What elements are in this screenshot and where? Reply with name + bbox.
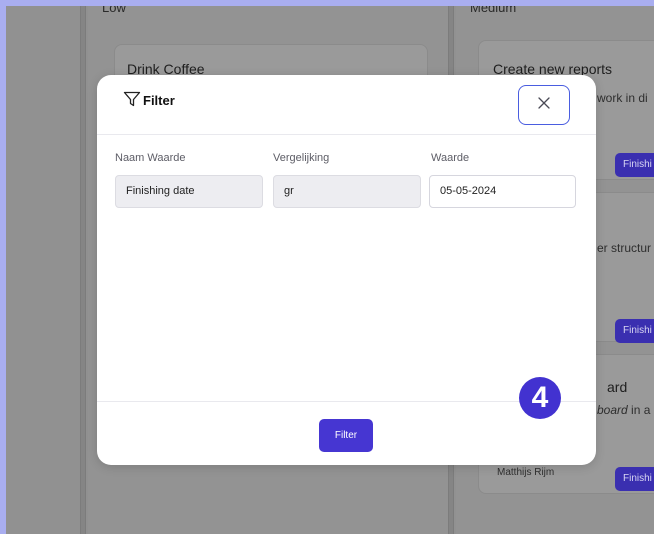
name-column-label: Naam Waarde	[115, 152, 186, 164]
modal-header: Filter	[97, 75, 596, 135]
close-icon	[537, 96, 551, 115]
modal-title-text: Filter	[143, 93, 175, 108]
value-input[interactable]: 05-05-2024	[429, 175, 576, 208]
card-description: er structur	[597, 241, 652, 255]
value-column-label: Waarde	[431, 152, 470, 164]
modal-title: Filter	[123, 91, 175, 110]
column-title-low: Low	[102, 6, 126, 15]
comparison-field: gr	[273, 175, 421, 208]
close-button[interactable]	[518, 85, 570, 125]
finish-button[interactable]: Finishi	[615, 319, 654, 343]
filter-submit-button[interactable]: Filter	[319, 419, 373, 452]
card-description-rest: in a	[627, 403, 651, 417]
sidebar-divider	[80, 6, 86, 534]
name-field: Finishing date	[115, 175, 263, 208]
card-description: board in a	[597, 403, 650, 417]
modal-footer: Filter	[97, 401, 596, 465]
comparison-column-label: Vergelijking	[273, 152, 330, 164]
finish-button[interactable]: Finishi	[615, 153, 654, 177]
card-title: ard	[607, 379, 628, 395]
step-number-badge: 4	[519, 377, 561, 419]
funnel-icon	[123, 91, 141, 110]
card-description-italic: board	[597, 403, 628, 417]
column-title-medium: Medium	[470, 6, 517, 15]
card-author: Matthijs Rijm	[497, 467, 555, 478]
card-description: work in di	[597, 91, 648, 105]
finish-button[interactable]: Finishi	[615, 467, 654, 491]
